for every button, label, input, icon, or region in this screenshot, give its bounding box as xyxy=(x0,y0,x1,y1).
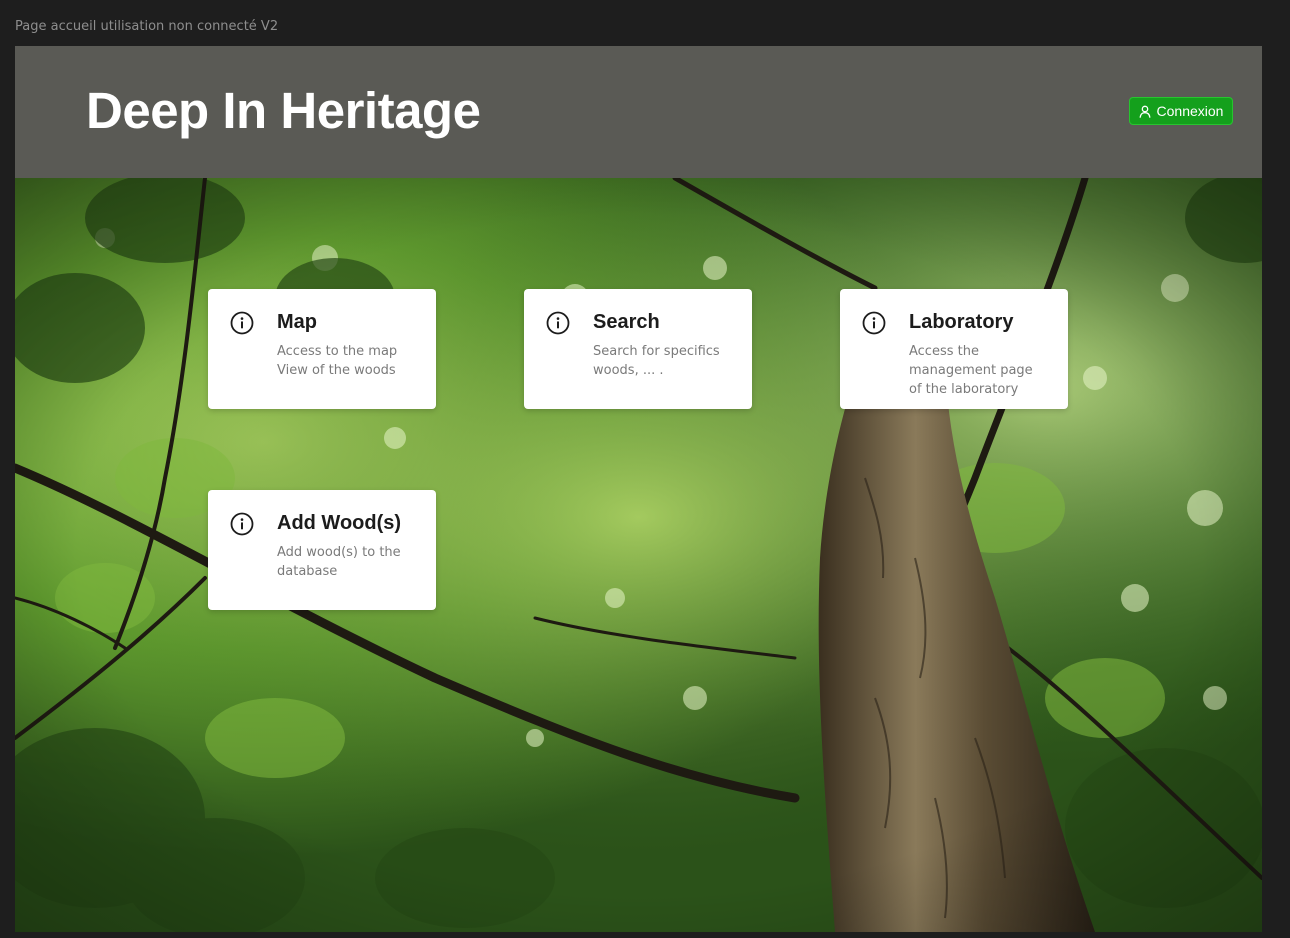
card-description: Add wood(s) to the database xyxy=(277,545,401,579)
card-title: Search xyxy=(593,311,660,333)
card-laboratory[interactable]: Laboratory Access the management page of… xyxy=(840,289,1068,409)
card-add-wood[interactable]: Add Wood(s) Add wood(s) to the database xyxy=(208,490,436,610)
info-icon xyxy=(546,311,570,335)
connexion-button[interactable]: Connexion xyxy=(1129,97,1233,125)
user-icon xyxy=(1139,105,1151,118)
card-title: Add Wood(s) xyxy=(277,512,402,534)
page-frame: Deep In Heritage Connexion Map Access to… xyxy=(15,46,1262,932)
card-description: Access to the map View of the woods xyxy=(277,344,398,378)
card-title: Map xyxy=(277,311,317,333)
hero-background-image: Map Access to the map View of the woods … xyxy=(15,178,1262,932)
card-title: Laboratory xyxy=(909,311,1014,333)
card-map[interactable]: Map Access to the map View of the woods xyxy=(208,289,436,409)
info-icon xyxy=(230,311,254,335)
connexion-button-label: Connexion xyxy=(1156,103,1224,119)
site-title: Deep In Heritage xyxy=(86,82,481,139)
site-header: Deep In Heritage Connexion xyxy=(15,46,1262,178)
frame-name-label: Page accueil utilisation non connecté V2 xyxy=(15,19,279,34)
info-icon xyxy=(862,311,886,335)
card-search[interactable]: Search Search for specifics woods, ... . xyxy=(524,289,752,409)
info-icon xyxy=(230,512,254,536)
card-description: Access the management page of the labora… xyxy=(909,344,1033,397)
card-description: Search for specifics woods, ... . xyxy=(593,344,720,378)
